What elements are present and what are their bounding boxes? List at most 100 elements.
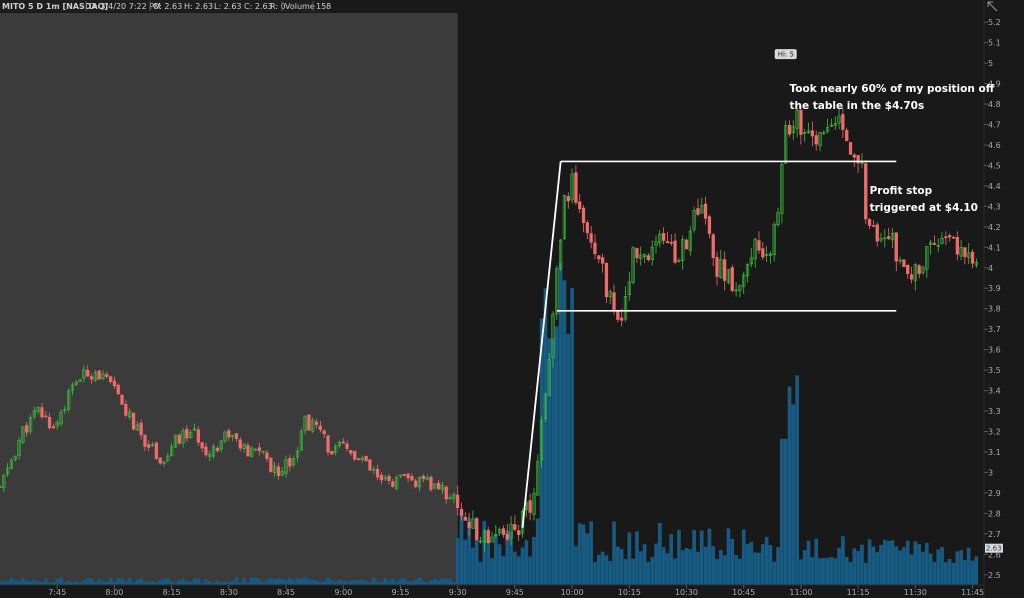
candle-body — [227, 430, 231, 438]
time-tick-label: 8:00 — [105, 588, 123, 597]
volume-bar — [421, 581, 426, 585]
candle-body — [44, 415, 48, 418]
volume-bar — [364, 581, 368, 585]
candle-body — [574, 172, 578, 203]
candle-body — [864, 163, 868, 220]
candle-body — [109, 376, 113, 383]
candle-body — [963, 247, 967, 258]
volume-bar — [825, 557, 830, 585]
volume-bar — [234, 577, 239, 585]
price-tick-label: 4.8 — [988, 100, 1001, 109]
candle-body — [89, 376, 94, 380]
volume-bar — [654, 543, 658, 585]
time-tick-label: 10:30 — [675, 588, 698, 597]
volume-bar — [269, 577, 273, 585]
candle-body — [604, 262, 609, 298]
candle-body — [593, 242, 597, 255]
volume-bar — [223, 581, 227, 585]
volume-bar — [661, 547, 666, 585]
volume-bar — [795, 375, 799, 585]
price-tick-label: 2.5 — [988, 571, 1001, 580]
price-tick-label: 3.2 — [988, 428, 1001, 437]
volume-bar — [703, 546, 708, 585]
price-tick-label: 2.7 — [988, 530, 1001, 539]
candle-body — [307, 414, 311, 431]
volume-bar — [688, 549, 693, 585]
candle-body — [414, 480, 418, 487]
volume-bar — [581, 524, 586, 585]
time-tick-label: 11:30 — [904, 588, 927, 597]
volume-bar — [604, 555, 609, 585]
candle-body — [330, 450, 334, 455]
volume-bar — [764, 536, 769, 585]
candle-body — [238, 439, 242, 449]
volume-bar — [974, 556, 979, 585]
high-marker-label: Hi: 5 — [778, 51, 794, 59]
candle-body — [917, 265, 921, 275]
volume-bar — [66, 580, 71, 585]
candle-body — [112, 380, 117, 387]
volume-bar — [55, 578, 60, 585]
volume-bar — [951, 562, 956, 585]
annotation-partial-sell-line-2: the table in the $4.70s — [790, 100, 925, 112]
volume-bar — [551, 338, 555, 585]
candle-body — [143, 434, 147, 447]
candle-body — [25, 425, 29, 433]
price-tick-label: 2.9 — [988, 489, 1001, 498]
candle-body — [852, 154, 856, 158]
candle-body — [314, 421, 319, 425]
candle-body — [951, 237, 956, 239]
volume-bar — [726, 528, 731, 585]
volume-bar — [970, 560, 975, 585]
header-range: R: 0 — [270, 2, 286, 11]
volume-bar — [833, 558, 838, 585]
volume-bar — [162, 578, 166, 585]
candle-body — [947, 235, 952, 238]
volume-bar — [383, 578, 388, 585]
price-tick-label: 4.3 — [988, 202, 1001, 211]
volume-bar — [341, 580, 346, 585]
candle-body — [391, 481, 395, 487]
price-tick-label: 3.1 — [988, 448, 1001, 457]
price-tick-label: 5 — [988, 59, 993, 68]
volume-bar — [902, 547, 906, 585]
volume-bar — [768, 544, 773, 585]
candle-body — [341, 441, 345, 444]
volume-bar — [2, 581, 6, 585]
volume-bar — [150, 581, 155, 585]
volume-bar — [17, 580, 21, 585]
volume-bar — [448, 578, 452, 585]
volume-bar — [82, 580, 86, 585]
volume-bar — [749, 541, 754, 585]
volume-bar — [852, 548, 857, 585]
volume-bar — [802, 550, 807, 585]
candle-body — [356, 458, 361, 461]
volume-bar — [127, 577, 132, 585]
header-high: H: 2.63 — [184, 2, 213, 11]
volume-bar — [520, 547, 525, 585]
candle-body — [51, 426, 56, 429]
candle-body — [139, 422, 143, 435]
candlestick-chart[interactable]: 2.52.62.72.82.933.13.23.33.43.53.63.73.8… — [0, 0, 1024, 598]
candle-body — [322, 430, 326, 435]
volume-bar — [921, 551, 925, 585]
volume-bar — [841, 536, 845, 585]
volume-bar — [875, 552, 880, 585]
candle-body — [246, 445, 250, 457]
volume-bar — [658, 523, 662, 585]
candle-body — [875, 224, 879, 242]
volume-bar — [917, 544, 921, 585]
candle-body — [486, 529, 490, 544]
candle-body — [909, 274, 914, 280]
price-tick-label: 5.1 — [988, 39, 1001, 48]
volume-bar — [863, 562, 868, 585]
volume-bar — [719, 549, 723, 585]
volume-bar — [680, 550, 685, 585]
volume-bar — [459, 511, 464, 585]
candle-body — [276, 466, 281, 476]
volume-bar — [944, 562, 948, 585]
volume-bar — [932, 561, 937, 585]
volume-bar — [276, 578, 281, 585]
volume-bar — [272, 579, 277, 585]
price-tick-label: 3.8 — [988, 305, 1001, 314]
